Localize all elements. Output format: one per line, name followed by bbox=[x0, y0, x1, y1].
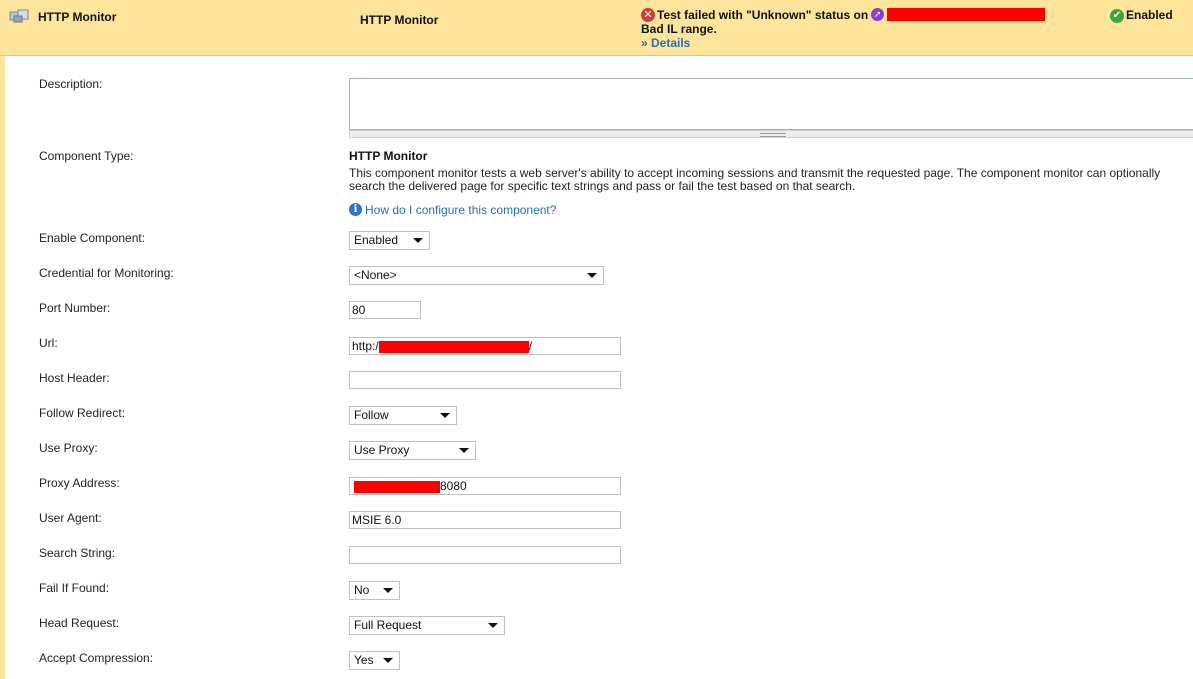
redacted-proxy-host bbox=[354, 480, 440, 493]
enable-component-label: Enable Component: bbox=[39, 231, 146, 245]
url-input[interactable]: http:/ / bbox=[349, 337, 621, 355]
proxy-port: 8080 bbox=[440, 479, 467, 493]
fail-if-found-value: No bbox=[354, 583, 370, 597]
search-string-input[interactable] bbox=[349, 546, 621, 564]
accept-compression-label: Accept Compression: bbox=[39, 651, 154, 665]
enable-component-value: Enabled bbox=[354, 233, 399, 247]
chevron-down-icon bbox=[383, 658, 393, 663]
ok-check-icon: ✔ bbox=[1110, 8, 1124, 23]
credential-value: <None> bbox=[354, 268, 397, 282]
url-suffix: / bbox=[528, 339, 533, 353]
proxy-address-input[interactable]: 8080 bbox=[349, 477, 621, 495]
credential-select[interactable]: <None> bbox=[349, 266, 604, 285]
component-type-label: Component Type: bbox=[39, 149, 134, 163]
accept-compression-select[interactable]: Yes bbox=[349, 651, 400, 670]
textarea-resize-grip[interactable] bbox=[349, 130, 1193, 138]
user-agent-input[interactable]: MSIE 6.0 bbox=[349, 511, 621, 529]
host-header-label: Host Header: bbox=[39, 371, 110, 385]
enable-component-select[interactable]: Enabled bbox=[349, 231, 430, 250]
chevron-down-icon bbox=[440, 413, 450, 418]
port-number-input[interactable]: 80 bbox=[349, 301, 421, 319]
chevron-down-icon bbox=[413, 238, 423, 243]
redacted-node-name bbox=[887, 8, 1046, 22]
use-proxy-select[interactable]: Use Proxy bbox=[349, 441, 476, 460]
use-proxy-label: Use Proxy: bbox=[39, 441, 98, 455]
use-proxy-value: Use Proxy bbox=[354, 443, 410, 457]
details-link[interactable]: » Details bbox=[641, 36, 690, 50]
credential-label: Credential for Monitoring: bbox=[39, 266, 174, 280]
node-icon[interactable]: ➚ bbox=[871, 8, 885, 22]
port-number-label: Port Number: bbox=[39, 301, 111, 315]
component-icon bbox=[9, 9, 29, 23]
component-type-description: This component monitor tests a web serve… bbox=[349, 166, 1161, 193]
help-link[interactable]: How do I configure this component? bbox=[365, 203, 556, 217]
head-request-select[interactable]: Full Request bbox=[349, 616, 505, 635]
component-type-title: HTTP Monitor bbox=[360, 13, 439, 27]
component-type-name: HTTP Monitor bbox=[349, 149, 428, 163]
url-prefix: http:/ bbox=[352, 339, 379, 353]
enabled-status-label: Enabled bbox=[1126, 8, 1173, 22]
search-string-label: Search String: bbox=[39, 546, 116, 560]
component-header: HTTP Monitor HTTP Monitor ✕ Test failed w… bbox=[0, 0, 1193, 56]
chevron-down-icon bbox=[459, 448, 469, 453]
chevron-down-icon bbox=[587, 273, 597, 278]
chevron-down-icon bbox=[383, 588, 393, 593]
description-label: Description: bbox=[39, 77, 103, 91]
error-icon: ✕ bbox=[641, 7, 655, 22]
status-detail: Bad IL range. bbox=[641, 21, 717, 36]
info-icon: i bbox=[349, 203, 362, 217]
description-textarea[interactable] bbox=[349, 78, 1193, 130]
redacted-url-host bbox=[378, 340, 529, 353]
fail-if-found-select[interactable]: No bbox=[349, 581, 400, 600]
head-request-label: Head Request: bbox=[39, 616, 120, 630]
proxy-address-label: Proxy Address: bbox=[39, 476, 120, 490]
left-stripe bbox=[0, 56, 5, 679]
user-agent-label: User Agent: bbox=[39, 511, 102, 525]
fail-if-found-label: Fail If Found: bbox=[39, 581, 110, 595]
host-header-input[interactable] bbox=[349, 371, 621, 389]
status-panel: ✕ Test failed with "Unknown" status on ➚ B… bbox=[641, 7, 1101, 50]
component-title: HTTP Monitor bbox=[38, 10, 117, 24]
follow-redirect-label: Follow Redirect: bbox=[39, 406, 126, 420]
url-label: Url: bbox=[39, 336, 58, 350]
enabled-status: ✔ Enabled bbox=[1110, 8, 1173, 23]
status-text: Test failed with "Unknown" status on bbox=[657, 7, 869, 22]
follow-redirect-select[interactable]: Follow bbox=[349, 406, 457, 425]
follow-redirect-value: Follow bbox=[354, 408, 389, 422]
accept-compression-value: Yes bbox=[354, 653, 374, 667]
help-row: i How do I configure this component? bbox=[349, 202, 556, 217]
chevron-down-icon bbox=[488, 623, 498, 628]
head-request-value: Full Request bbox=[354, 618, 422, 632]
